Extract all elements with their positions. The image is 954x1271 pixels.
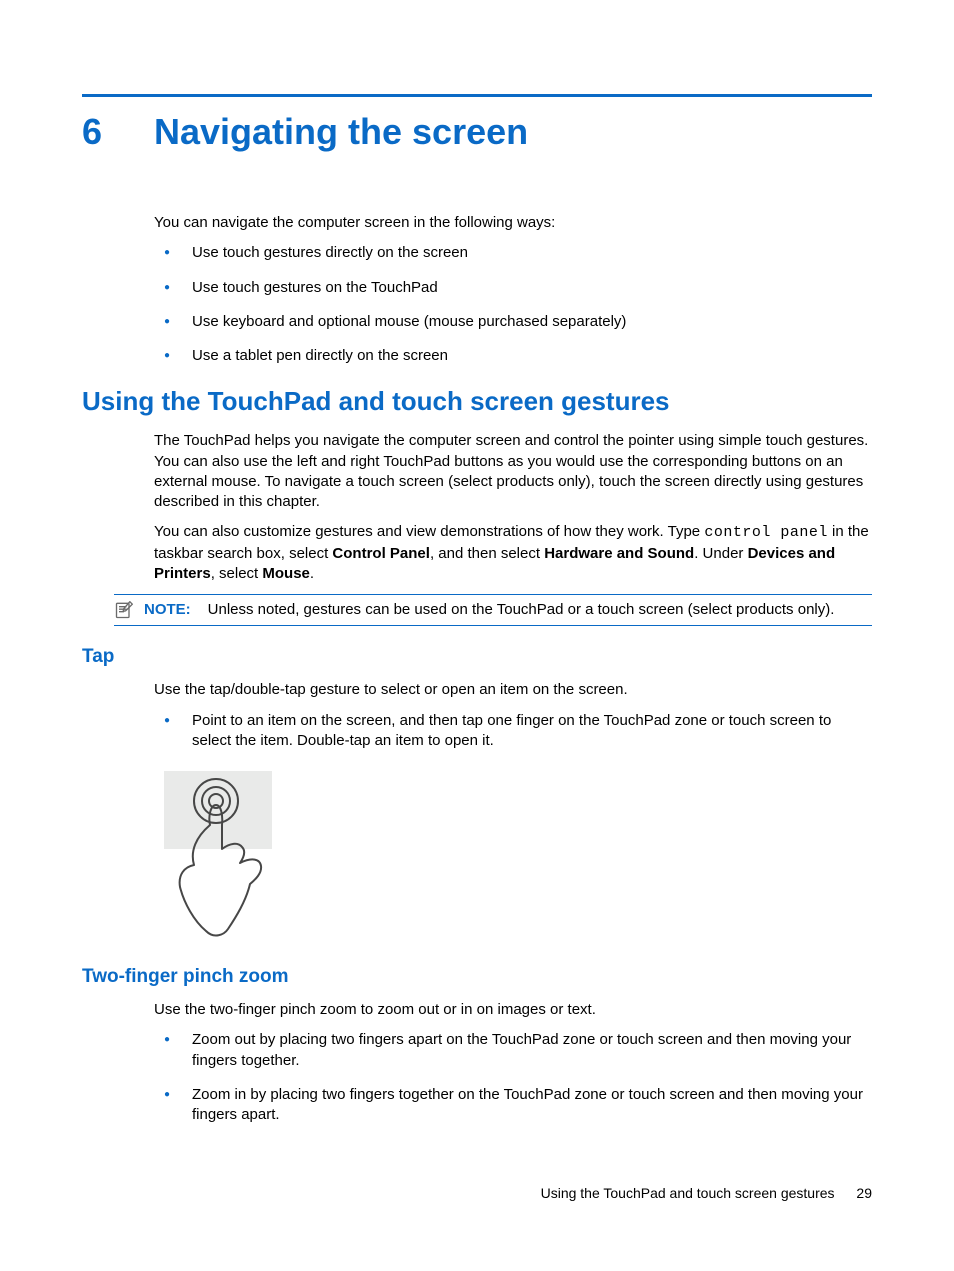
section1-body: The TouchPad helps you navigate the comp… [154, 431, 872, 584]
pinch-paragraph: Use the two-finger pinch zoom to zoom ou… [154, 1000, 872, 1020]
list-item: Use a tablet pen directly on the screen [154, 346, 872, 366]
note-label: NOTE: [144, 601, 191, 618]
list-item: Use touch gestures on the TouchPad [154, 278, 872, 298]
tap-bullet-list: Point to an item on the screen, and then… [154, 711, 872, 752]
list-item: Point to an item on the screen, and then… [154, 711, 872, 752]
note-content: NOTE: Unless noted, gestures can be used… [144, 600, 872, 620]
note-body: Unless noted, gestures can be used on th… [208, 601, 835, 618]
intro-block: You can navigate the computer screen in … [154, 213, 872, 366]
text: . [310, 565, 314, 582]
text: You can also customize gestures and view… [154, 523, 704, 540]
subsection-heading-pinch: Two-finger pinch zoom [82, 966, 872, 988]
list-item: Zoom out by placing two fingers apart on… [154, 1030, 872, 1071]
chapter-heading: 6 Navigating the screen [82, 111, 872, 153]
subsection-heading-tap: Tap [82, 646, 872, 668]
bold-text: Hardware and Sound [544, 545, 694, 562]
bold-text: Control Panel [332, 545, 430, 562]
document-page: 6 Navigating the screen You can navigate… [0, 0, 954, 1125]
tap-paragraph: Use the tap/double-tap gesture to select… [154, 680, 872, 700]
pinch-bullet-list: Zoom out by placing two fingers apart on… [154, 1030, 872, 1125]
note-text [195, 601, 208, 618]
chapter-number: 6 [82, 111, 154, 153]
text: , and then select [430, 545, 544, 562]
section1-paragraph-2: You can also customize gestures and view… [154, 522, 872, 584]
tap-body: Use the tap/double-tap gesture to select… [154, 680, 872, 946]
intro-bullet-list: Use touch gestures directly on the scree… [154, 243, 872, 366]
page-number: 29 [856, 1185, 872, 1201]
list-item: Use keyboard and optional mouse (mouse p… [154, 312, 872, 332]
section1-paragraph-1: The TouchPad helps you navigate the comp… [154, 431, 872, 512]
list-item: Use touch gestures directly on the scree… [154, 243, 872, 263]
text: , select [211, 565, 263, 582]
chapter-title: Navigating the screen [154, 111, 528, 153]
text: . Under [694, 545, 747, 562]
chapter-rule [82, 94, 872, 97]
footer-text: Using the TouchPad and touch screen gest… [541, 1185, 835, 1201]
pinch-body: Use the two-finger pinch zoom to zoom ou… [154, 1000, 872, 1125]
intro-paragraph: You can navigate the computer screen in … [154, 213, 872, 233]
inline-code: control panel [704, 524, 828, 541]
list-item: Zoom in by placing two fingers together … [154, 1085, 872, 1126]
page-footer: Using the TouchPad and touch screen gest… [541, 1185, 872, 1201]
tap-gesture-figure [164, 771, 872, 946]
note-icon [114, 600, 134, 620]
section-heading-touchpad: Using the TouchPad and touch screen gest… [82, 386, 872, 417]
bold-text: Mouse [262, 565, 310, 582]
note-callout: NOTE: Unless noted, gestures can be used… [114, 594, 872, 626]
